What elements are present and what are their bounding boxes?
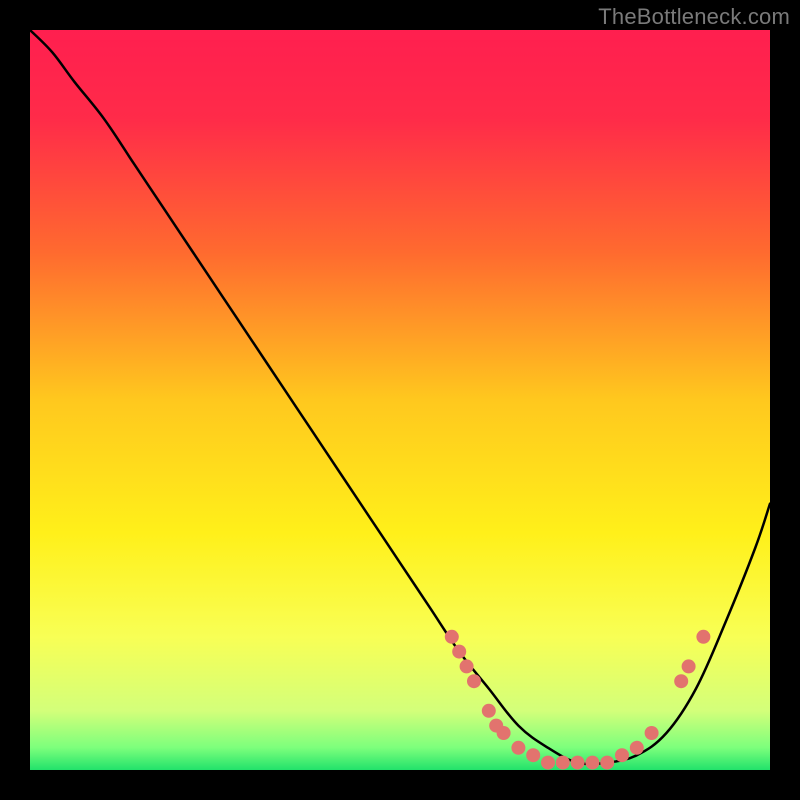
curve-layer: [30, 30, 770, 770]
data-marker: [585, 756, 599, 770]
data-marker: [645, 726, 659, 740]
data-marker: [696, 630, 710, 644]
data-marker: [615, 748, 629, 762]
data-marker: [600, 756, 614, 770]
data-marker: [511, 741, 525, 755]
data-marker: [467, 674, 481, 688]
data-marker: [541, 756, 555, 770]
chart-container: TheBottleneck.com: [0, 0, 800, 800]
data-marker: [460, 659, 474, 673]
data-marker: [445, 630, 459, 644]
data-marker: [526, 748, 540, 762]
curve-markers: [445, 630, 711, 770]
data-marker: [497, 726, 511, 740]
plot-area: [30, 30, 770, 770]
data-marker: [571, 756, 585, 770]
bottleneck-curve: [30, 30, 770, 764]
data-marker: [556, 756, 570, 770]
data-marker: [630, 741, 644, 755]
data-marker: [482, 704, 496, 718]
data-marker: [674, 674, 688, 688]
data-marker: [452, 645, 466, 659]
watermark-text: TheBottleneck.com: [598, 4, 790, 30]
data-marker: [682, 659, 696, 673]
